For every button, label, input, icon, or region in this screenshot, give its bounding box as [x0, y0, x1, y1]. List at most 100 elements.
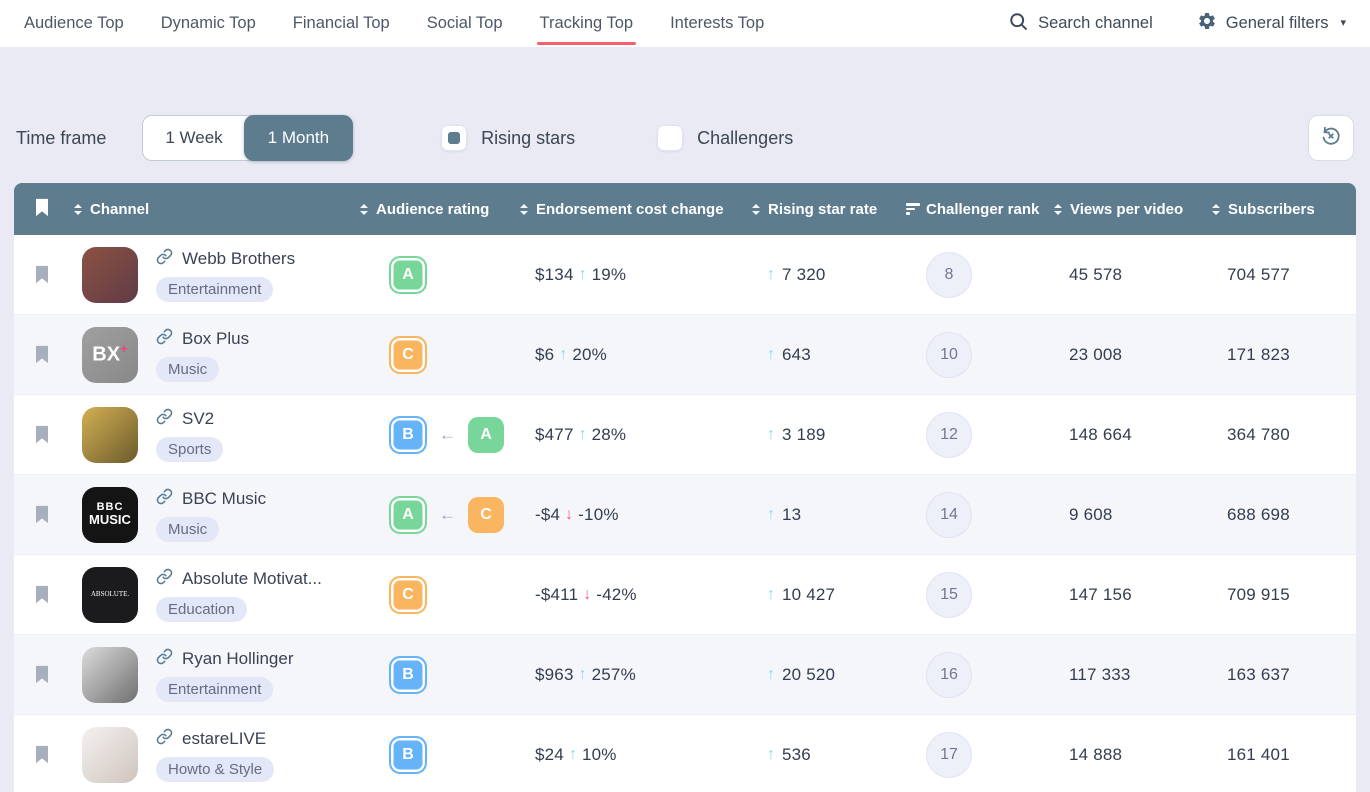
channel-avatar[interactable]: BBC MUSIC	[82, 486, 138, 543]
channel-name[interactable]: BBC Music	[182, 489, 266, 509]
link-icon[interactable]	[156, 648, 173, 670]
rising-trend-arrow-icon: ↑	[767, 425, 775, 443]
rising-star-rate-value: 3 189	[782, 424, 826, 444]
category-badge: Sports	[156, 436, 224, 462]
header-challenger-rank[interactable]: Challenger rank	[904, 201, 1050, 218]
time-frame-1-week-button[interactable]: 1 Week	[143, 116, 244, 160]
tracking-table: Channel Audience rating Endorsement cost…	[14, 183, 1356, 792]
audience-rating-badge: A	[389, 255, 427, 294]
channel-avatar[interactable]: BX+	[82, 326, 138, 383]
rising-star-rate-value: 10 427	[782, 584, 836, 604]
audience-rating-badge: C	[389, 335, 427, 374]
channel-name[interactable]: SV2	[182, 409, 214, 429]
cost-percent: 19%	[591, 264, 627, 284]
cost-percent: 20%	[572, 344, 607, 364]
time-frame-toggle: 1 Week 1 Month	[142, 115, 354, 161]
filter-bar: Time frame 1 Week 1 Month Rising stars C…	[0, 47, 1370, 183]
cost-amount: -$411	[535, 584, 579, 604]
bookmark-icon[interactable]	[34, 345, 50, 364]
table-row: BBC MUSIC BBC Music Music A ← C -$4 ↓ -1…	[14, 475, 1356, 555]
search-icon	[1008, 11, 1029, 37]
header-subscribers[interactable]: Subscribers	[1208, 201, 1356, 218]
audience-rating-badge: B	[389, 655, 427, 694]
search-channel-button[interactable]: Search channel	[1008, 11, 1153, 37]
header-views-per-video[interactable]: Views per video	[1050, 201, 1208, 218]
table-row: Webb Brothers Entertainment A ← $134 ↑ 1…	[14, 235, 1356, 315]
cost-amount: $134	[535, 264, 574, 284]
channel-avatar[interactable]: ABSOLUTE.	[82, 566, 138, 623]
rising-star-rate-value: 13	[782, 504, 802, 524]
challenger-rank-value: 15	[926, 571, 972, 618]
rating-change-arrow-icon: ←	[439, 424, 456, 444]
cost-amount: $24	[535, 744, 564, 764]
channel-name[interactable]: Box Plus	[182, 329, 249, 349]
tab-dynamic-top[interactable]: Dynamic Top	[161, 0, 256, 47]
channel-name[interactable]: Ryan Hollinger	[182, 649, 294, 669]
link-icon[interactable]	[156, 328, 173, 350]
bookmark-icon[interactable]	[34, 505, 50, 524]
table-row: Ryan Hollinger Entertainment B ← $963 ↑ …	[14, 635, 1356, 715]
top-navigation-bar: Audience Top Dynamic Top Financial Top S…	[0, 0, 1370, 47]
rising-trend-arrow-icon: ↑	[767, 345, 775, 363]
tab-audience-top[interactable]: Audience Top	[24, 0, 124, 47]
rising-stars-filter[interactable]: Rising stars	[441, 125, 575, 151]
challengers-filter[interactable]: Challengers	[657, 125, 793, 151]
channel-avatar[interactable]	[82, 726, 138, 783]
general-filters-button[interactable]: General filters ▾	[1197, 11, 1346, 36]
table-row: ABSOLUTE. Absolute Motivat... Education …	[14, 555, 1356, 635]
rising-stars-checkbox[interactable]	[441, 125, 468, 151]
channel-name[interactable]: Absolute Motivat...	[182, 569, 322, 589]
bookmark-icon[interactable]	[34, 665, 50, 684]
channel-avatar[interactable]	[82, 246, 138, 303]
link-icon[interactable]	[156, 728, 173, 750]
category-badge: Howto & Style	[156, 756, 275, 782]
channel-avatar[interactable]	[82, 406, 138, 463]
header-rising-star-rate[interactable]: Rising star rate	[748, 201, 904, 218]
header-audience-rating[interactable]: Audience rating	[356, 201, 516, 218]
rising-trend-arrow-icon: ↑	[767, 665, 775, 683]
sort-icon	[72, 203, 84, 215]
tab-tracking-top[interactable]: Tracking Top	[536, 0, 636, 47]
challengers-checkbox[interactable]	[657, 125, 684, 151]
cost-amount: $6	[535, 344, 555, 364]
header-channel[interactable]: Channel	[70, 201, 356, 218]
tab-interests-top[interactable]: Interests Top	[670, 0, 764, 47]
time-frame-1-month-button[interactable]: 1 Month	[243, 115, 354, 161]
rising-trend-arrow-icon: ↑	[767, 265, 775, 283]
channel-avatar[interactable]	[82, 646, 138, 703]
link-icon[interactable]	[156, 248, 173, 270]
bookmark-icon[interactable]	[34, 265, 50, 284]
challengers-label: Challengers	[697, 127, 794, 148]
link-icon[interactable]	[156, 568, 173, 590]
sort-icon	[750, 203, 762, 215]
category-badge: Music	[156, 516, 220, 542]
views-per-video-value: 148 664	[1069, 424, 1132, 444]
channel-name[interactable]: Webb Brothers	[182, 249, 295, 269]
table-row: BX+ Box Plus Music C ←	[14, 315, 1356, 395]
bookmark-icon[interactable]	[34, 585, 50, 604]
cost-trend-arrow-icon: ↓	[583, 585, 592, 603]
cost-trend-arrow-icon: ↑	[578, 265, 587, 283]
reset-filters-button[interactable]	[1308, 115, 1354, 161]
tab-social-top[interactable]: Social Top	[427, 0, 503, 47]
category-badge: Education	[156, 596, 247, 622]
subscribers-value: 688 698	[1227, 504, 1290, 524]
chevron-down-icon: ▾	[1340, 17, 1346, 29]
search-channel-label: Search channel	[1038, 14, 1153, 32]
link-icon[interactable]	[156, 408, 173, 430]
cost-percent: -42%	[596, 584, 637, 604]
cost-amount: $963	[535, 664, 574, 684]
link-icon[interactable]	[156, 488, 173, 510]
bookmark-icon[interactable]	[34, 425, 50, 444]
bookmark-icon[interactable]	[34, 745, 50, 764]
header-endorsement-cost-change[interactable]: Endorsement cost change	[516, 201, 748, 218]
subscribers-value: 171 823	[1227, 344, 1290, 364]
table-body: Webb Brothers Entertainment A ← $134 ↑ 1…	[14, 235, 1356, 792]
header-bookmark-column[interactable]	[14, 198, 70, 221]
tab-financial-top[interactable]: Financial Top	[293, 0, 390, 47]
cost-trend-arrow-icon: ↑	[578, 425, 587, 443]
general-filters-label: General filters	[1225, 14, 1329, 32]
gear-icon	[1197, 11, 1217, 36]
channel-name[interactable]: estareLIVE	[182, 729, 266, 749]
audience-rating-badge: C	[389, 575, 427, 614]
